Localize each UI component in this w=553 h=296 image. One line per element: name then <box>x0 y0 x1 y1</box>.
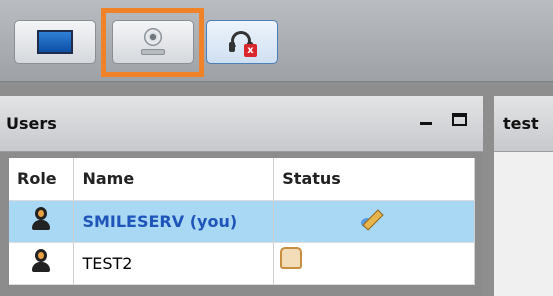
user-icon <box>31 207 51 231</box>
headset-muted-icon: x <box>229 29 257 57</box>
user-name: SMILESERV (you) <box>73 200 275 243</box>
badge-x: x <box>244 44 257 57</box>
chat-panel: test <box>494 96 553 296</box>
pencil-icon <box>361 208 387 231</box>
table-header-row: Role Name Status <box>9 158 475 201</box>
hand-icon <box>280 246 303 269</box>
user-icon <box>31 249 51 273</box>
status-cell <box>273 242 475 285</box>
role-cell <box>9 242 75 285</box>
users-panel-header: Users <box>0 96 483 152</box>
panel-title: test <box>503 114 539 133</box>
user-name: TEST2 <box>73 242 275 285</box>
status-cell <box>273 200 475 243</box>
panel-title: Users <box>6 114 57 133</box>
audio-mute-button[interactable]: x <box>206 20 278 64</box>
users-panel: Users Role Name Status SMILESERV (you) T… <box>0 96 483 296</box>
table-row[interactable]: TEST2 <box>9 242 475 285</box>
maximize-icon[interactable] <box>452 113 467 126</box>
role-cell <box>9 200 75 243</box>
table-row[interactable]: SMILESERV (you) <box>9 200 475 243</box>
highlight-frame <box>101 8 204 77</box>
users-table: Role Name Status SMILESERV (you) TEST2 <box>9 158 475 285</box>
screen-share-button[interactable] <box>14 20 96 64</box>
column-header-role[interactable]: Role <box>9 158 75 201</box>
column-header-status[interactable]: Status <box>273 158 475 201</box>
monitor-icon <box>37 30 73 54</box>
minimize-icon[interactable] <box>420 122 432 125</box>
column-header-name[interactable]: Name <box>73 158 275 201</box>
toolbar: x <box>0 0 553 82</box>
chat-panel-header: test <box>494 96 553 152</box>
